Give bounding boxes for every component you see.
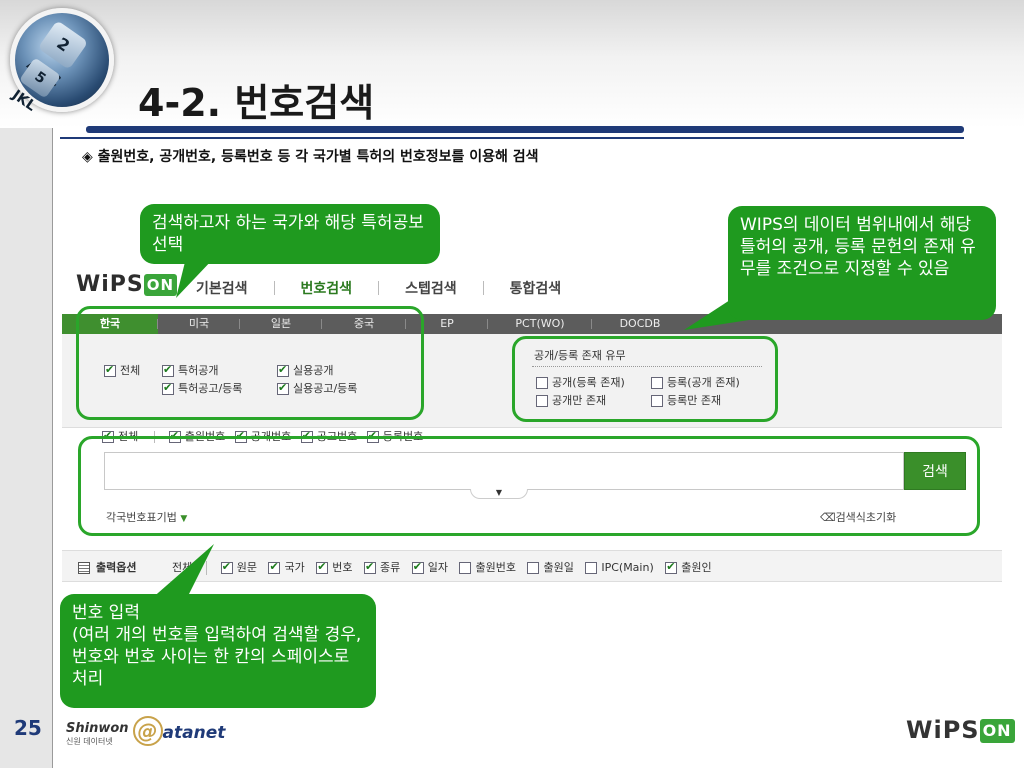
- country-callout-pointer: [176, 258, 214, 298]
- datanet-at-logo: @: [132, 716, 163, 746]
- page-number: 25: [14, 716, 42, 740]
- shinwon-datanet-logo: Shinwon 신원 데이터넷 @ atanet: [66, 716, 225, 747]
- wips-footer-text: WiPS: [906, 716, 980, 744]
- wips-footer-on-badge: ON: [979, 719, 1015, 743]
- country-callout: 검색하고자 하는 국가와 해당 특허공보 선택: [140, 204, 440, 264]
- shinwon-name: Shinwon: [66, 720, 129, 736]
- datanet-wordmark: atanet: [162, 723, 226, 743]
- number-callout-pointer: [150, 544, 214, 600]
- existence-callout: WIPS의 데이터 범위내에서 해당 틀허의 공개, 등록 문헌의 존재 유무를…: [728, 206, 996, 320]
- shinwon-subtitle: 신원 데이터넷: [66, 736, 113, 746]
- number-callout-body: (여러 개의 번호를 입력하여 검색할 경우, 번호와 번호 사이는 한 칸의 …: [72, 625, 362, 689]
- number-callout-title: 번호 입력: [72, 603, 140, 623]
- shinwon-wordmark: Shinwon 신원 데이터넷: [66, 721, 129, 747]
- number-callout: 번호 입력 (여러 개의 번호를 입력하여 검색할 경우, 번호와 번호 사이는…: [60, 594, 376, 708]
- wips-footer-logo: WiPS ON: [906, 716, 1015, 744]
